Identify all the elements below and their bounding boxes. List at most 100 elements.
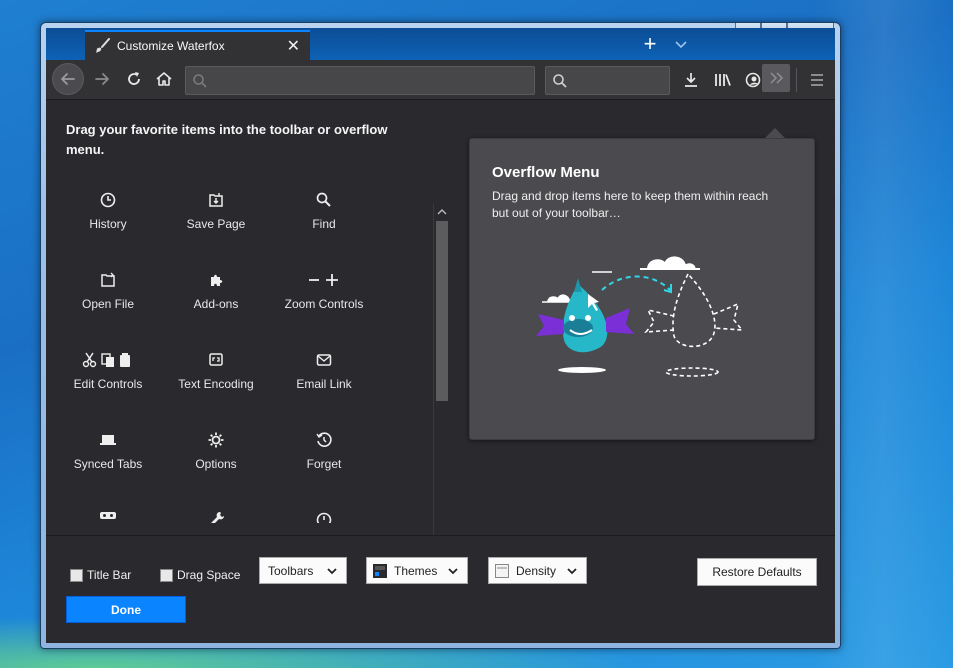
palette-scrollbar[interactable] — [433, 204, 449, 549]
private-window-icon — [100, 512, 116, 519]
palette-item-save-page[interactable]: Save Page — [162, 181, 270, 253]
palette-item-text-encoding[interactable]: Text Encoding — [162, 341, 270, 413]
addons-icon — [211, 274, 223, 286]
checkbox-box[interactable] — [70, 568, 83, 582]
library-button[interactable] — [710, 67, 736, 93]
overflow-mascot-illustration — [536, 256, 744, 377]
overflow-panel-arrow — [765, 128, 785, 138]
palette-item-edit-controls[interactable]: Edit Controls — [66, 341, 162, 413]
scrollbar-thumb[interactable] — [436, 221, 448, 401]
email-link-icon — [316, 354, 332, 366]
search-icon — [553, 74, 567, 88]
url-input[interactable] — [212, 67, 530, 94]
palette-item-addons[interactable]: Add-ons — [162, 261, 270, 333]
palette-item-label: Synced Tabs — [73, 457, 143, 471]
checkbox-box[interactable] — [160, 568, 173, 582]
palette-item-find[interactable]: Find — [270, 181, 378, 253]
tab-close-icon[interactable]: ✕ — [287, 36, 300, 56]
toolbars-label: Toolbars — [268, 563, 314, 578]
library-icon — [715, 74, 731, 86]
palette-item-label: History — [89, 217, 127, 231]
title-bar-label: Title Bar — [87, 568, 132, 582]
synced-tabs-icon — [100, 435, 116, 445]
tab-strip: Customize Waterfox ✕ + — [46, 28, 835, 60]
text-encoding-icon — [209, 353, 223, 366]
chevron-down-icon — [327, 567, 337, 574]
customization-footer: Title Bar Drag Space Toolbars Themes Den… — [46, 535, 835, 643]
palette-item-options[interactable]: Options — [162, 421, 270, 493]
themes-label: Themes — [394, 563, 438, 578]
palette-item-label: Open File — [81, 297, 135, 311]
zoom-controls-icon — [309, 274, 338, 286]
customization-area: Drag your favorite items into the toolba… — [46, 101, 835, 549]
find-icon — [316, 192, 331, 207]
overflow-menu-button[interactable] — [762, 64, 790, 92]
clock-icon — [316, 512, 332, 523]
open-file-icon — [101, 272, 115, 287]
chevron-down-icon — [567, 567, 577, 574]
scroll-up-arrow-icon[interactable] — [434, 204, 450, 220]
home-button[interactable] — [149, 64, 179, 94]
search-input[interactable] — [572, 67, 665, 94]
palette-item-partial[interactable] — [270, 501, 378, 523]
search-bar[interactable] — [545, 66, 670, 95]
account-icon — [745, 72, 761, 88]
forward-arrow-icon — [95, 73, 109, 85]
browser-window: – ▢ ✕ Customize Waterfox ✕ + — [40, 22, 841, 649]
palette-item-zoom-controls[interactable]: Zoom Controls — [270, 261, 378, 333]
browser-content: Customize Waterfox ✕ + Drag your favorit… — [46, 28, 835, 643]
chevron-down-icon — [448, 567, 458, 574]
paintbrush-icon — [96, 38, 110, 53]
title-bar-checkbox[interactable]: Title Bar — [70, 568, 131, 582]
back-arrow-icon — [61, 73, 75, 85]
palette-item-partial[interactable] — [66, 501, 162, 523]
toolbar-separator — [796, 68, 797, 92]
hamburger-menu-icon — [811, 74, 823, 86]
customization-palette: History Save Page Find Open File Add-ons… — [66, 181, 434, 523]
options-gear-icon — [208, 432, 224, 448]
palette-item-label: Zoom Controls — [284, 297, 364, 311]
density-dropdown[interactable]: Density — [488, 557, 587, 584]
navigation-toolbar — [46, 60, 835, 100]
reload-button[interactable] — [119, 64, 149, 94]
palette-item-label: Add-ons — [193, 297, 239, 311]
restore-defaults-button[interactable]: Restore Defaults — [697, 558, 817, 586]
palette-item-label: Text Encoding — [178, 377, 254, 391]
palette-instructions: Drag your favorite items into the toolba… — [66, 122, 388, 157]
forward-button[interactable] — [87, 64, 117, 94]
reload-icon — [128, 72, 140, 85]
density-label: Density — [516, 563, 557, 578]
drag-space-label: Drag Space — [177, 568, 241, 582]
tab-customize[interactable]: Customize Waterfox ✕ — [85, 30, 310, 60]
themes-dropdown[interactable]: Themes — [366, 557, 468, 584]
list-all-tabs-chevron-icon[interactable] — [672, 34, 690, 54]
toolbars-dropdown[interactable]: Toolbars — [259, 557, 347, 584]
history-icon — [100, 192, 116, 208]
edit-controls-icon — [82, 352, 130, 368]
palette-item-history[interactable]: History — [66, 181, 162, 253]
palette-item-label: Email Link — [296, 377, 352, 391]
save-page-icon — [209, 193, 223, 207]
new-tab-button[interactable]: + — [638, 32, 662, 56]
palette-item-email-link[interactable]: Email Link — [270, 341, 378, 413]
palette-item-label: Options — [195, 457, 237, 471]
overflow-menu-panel[interactable]: Overflow Menu Drag and drop items here t… — [469, 138, 815, 440]
palette-item-label: Forget — [306, 457, 342, 471]
density-icon — [495, 563, 509, 578]
back-button[interactable] — [52, 63, 84, 95]
palette-item-open-file[interactable]: Open File — [66, 261, 162, 333]
drag-space-checkbox[interactable]: Drag Space — [160, 568, 240, 582]
palette-item-forget[interactable]: Forget — [270, 421, 378, 493]
palette-item-label: Edit Controls — [73, 377, 143, 391]
tab-title: Customize Waterfox — [117, 39, 225, 53]
overflow-panel-title: Overflow Menu — [492, 164, 600, 181]
done-button[interactable]: Done — [66, 596, 186, 623]
downloads-button[interactable] — [678, 67, 704, 93]
url-bar[interactable] — [185, 66, 535, 95]
double-chevron-icon — [770, 72, 784, 84]
developer-wrench-icon — [211, 512, 224, 523]
home-icon — [156, 72, 172, 86]
palette-item-partial[interactable] — [162, 501, 270, 523]
palette-item-synced-tabs[interactable]: Synced Tabs — [66, 421, 162, 493]
app-menu-button[interactable] — [804, 67, 830, 93]
